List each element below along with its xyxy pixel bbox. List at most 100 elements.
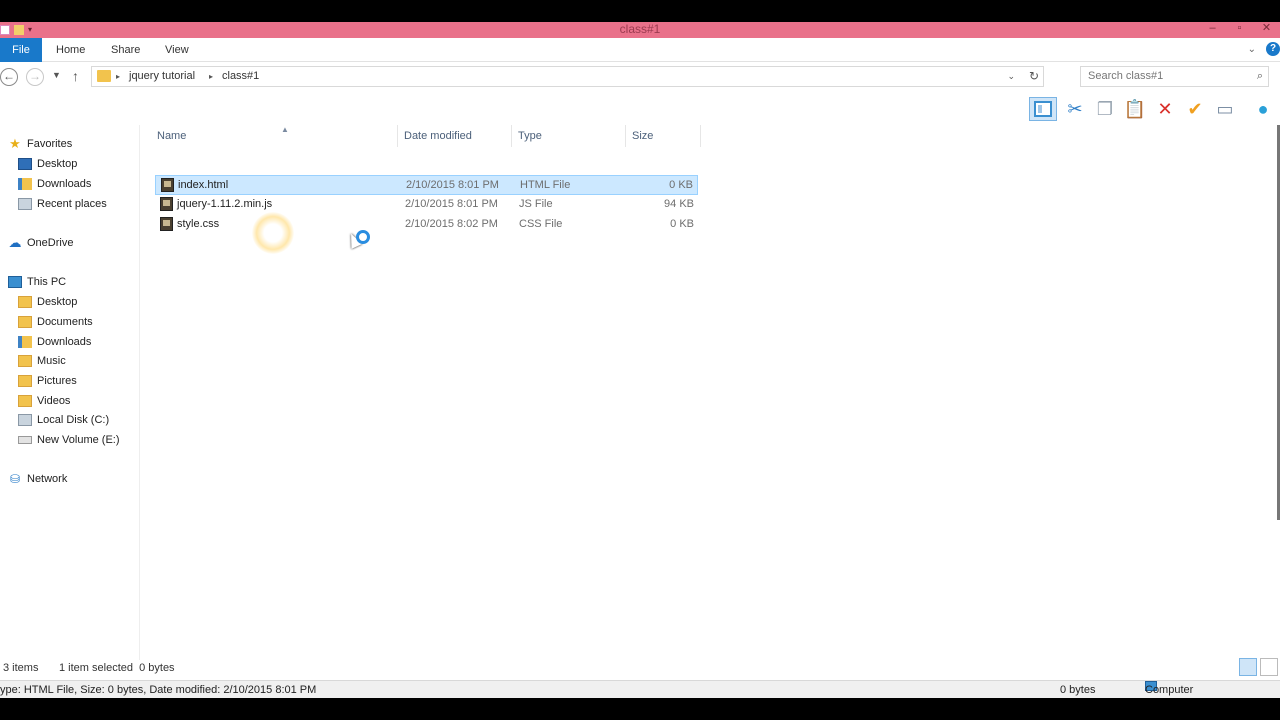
search-box[interactable]: Search class#1 ⌕	[1080, 66, 1269, 87]
sidebar-item-label: Desktop	[37, 158, 78, 170]
column-header-size[interactable]: Size	[626, 125, 701, 147]
file-list-pane: ▲ Name Date modified Type Size index.htm…	[141, 125, 1280, 670]
folder-icon	[97, 70, 111, 82]
column-header-type[interactable]: Type	[512, 125, 626, 147]
rename-icon[interactable]: ▭	[1211, 97, 1239, 121]
sort-ascending-icon: ▲	[281, 125, 289, 134]
pictures-icon	[18, 375, 32, 387]
address-bar[interactable]: ▸ jquery tutorial ▸ class#1 ⌄ ↻	[91, 66, 1044, 87]
sidebar-item-label: Local Disk (C:)	[37, 414, 110, 426]
close-button[interactable]: ✕	[1253, 22, 1280, 38]
details-info: ype: HTML File, Size: 0 bytes, Date modi…	[0, 684, 317, 696]
navigation-pane-icon	[1034, 101, 1052, 117]
downloads-icon	[18, 336, 32, 348]
file-icon	[161, 178, 174, 192]
sidebar-item-new-volume-e[interactable]: New Volume (E:)	[18, 430, 158, 450]
large-icons-view-button[interactable]	[1260, 658, 1278, 676]
sidebar-item-network[interactable]: ⛁ Network	[8, 469, 148, 489]
sidebar-item-pc-downloads[interactable]: Downloads	[18, 332, 158, 352]
file-type: JS File	[519, 198, 553, 210]
paste-icon[interactable]: 📋	[1121, 97, 1149, 121]
breadcrumb-separator-icon[interactable]: ▸	[209, 67, 213, 86]
sidebar-item-label: Downloads	[37, 178, 92, 190]
details-view-button[interactable]	[1239, 658, 1257, 676]
properties-icon[interactable]: ●	[1249, 97, 1277, 121]
check-icon[interactable]: ✔	[1181, 97, 1209, 121]
file-row-style-css[interactable]: style.css 2/10/2015 8:02 PM CSS File 0 K…	[155, 215, 698, 235]
local-disk-icon	[18, 414, 32, 426]
file-size: 0 KB	[669, 179, 693, 191]
navigation-pane-button[interactable]	[1029, 97, 1057, 121]
sidebar-item-local-disk-c[interactable]: Local Disk (C:)	[18, 410, 158, 430]
back-button[interactable]: ←	[0, 68, 18, 86]
sidebar-item-label: Desktop	[37, 296, 78, 308]
file-date: 2/10/2015 8:01 PM	[406, 179, 499, 191]
ribbon-tabs: File Home Share View ⌄ ?	[0, 38, 1280, 62]
sidebar-item-label: This PC	[27, 276, 67, 288]
sidebar-item-music[interactable]: Music	[18, 351, 158, 371]
downloads-icon	[18, 178, 32, 190]
status-bar: 3 items 1 item selected 0 bytes	[0, 658, 1280, 676]
click-highlight	[252, 212, 294, 254]
details-size: 0 bytes	[1060, 684, 1096, 696]
computer-icon	[8, 276, 22, 288]
minimize-button[interactable]: –	[1199, 22, 1226, 38]
sidebar-item-documents[interactable]: Documents	[18, 312, 158, 332]
details-bar: ype: HTML File, Size: 0 bytes, Date modi…	[0, 680, 1280, 698]
breadcrumb-jquery-tutorial[interactable]: jquery tutorial	[129, 67, 195, 86]
up-button[interactable]: ↑	[72, 68, 79, 84]
search-input[interactable]: Search class#1	[1088, 67, 1163, 86]
column-header-name[interactable]: ▲ Name	[151, 125, 398, 147]
sidebar-item-desktop[interactable]: Desktop	[18, 154, 158, 174]
sidebar-item-this-pc[interactable]: This PC	[8, 272, 148, 292]
tab-file[interactable]: File	[0, 38, 42, 62]
sidebar-item-downloads[interactable]: Downloads	[18, 174, 158, 194]
sidebar-item-label: OneDrive	[27, 237, 74, 249]
address-dropdown-icon[interactable]: ⌄	[1007, 67, 1015, 86]
file-type: CSS File	[519, 218, 563, 230]
maximize-button[interactable]: ▫	[1226, 22, 1253, 38]
expand-ribbon-icon[interactable]: ⌄	[1248, 44, 1256, 55]
search-icon[interactable]: ⌕	[1257, 67, 1263, 86]
forward-button[interactable]: →	[26, 68, 44, 86]
address-row: ← → ▼ ↑ ▸ jquery tutorial ▸ class#1 ⌄ ↻ …	[0, 63, 1280, 91]
busy-spinner-icon	[356, 230, 370, 244]
file-type: HTML File	[520, 179, 571, 191]
column-header-date-modified[interactable]: Date modified	[398, 125, 512, 147]
sidebar-item-label: Network	[27, 473, 68, 485]
help-icon[interactable]: ?	[1266, 42, 1280, 56]
file-name: jquery-1.11.2.min.js	[177, 198, 273, 210]
network-icon: ⛁	[9, 472, 21, 486]
sidebar-item-label: Downloads	[37, 336, 92, 348]
tab-home[interactable]: Home	[56, 38, 85, 62]
breadcrumb-separator-icon[interactable]: ▸	[116, 67, 120, 86]
file-row-index-html[interactable]: index.html 2/10/2015 8:01 PM HTML File 0…	[155, 175, 698, 195]
sidebar-item-videos[interactable]: Videos	[18, 391, 158, 411]
refresh-icon[interactable]: ↻	[1029, 67, 1039, 86]
desktop-icon	[18, 158, 32, 170]
recent-locations-icon[interactable]: ▼	[52, 70, 61, 80]
sidebar-item-pc-desktop[interactable]: Desktop	[18, 292, 158, 312]
sidebar-item-label: Favorites	[27, 138, 73, 150]
sidebar-item-label: New Volume (E:)	[37, 434, 120, 446]
item-count: 3 items	[3, 662, 39, 674]
sidebar-item-pictures[interactable]: Pictures	[18, 371, 158, 391]
tab-share[interactable]: Share	[111, 38, 140, 62]
tab-view[interactable]: View	[165, 38, 189, 62]
file-size: 94 KB	[664, 198, 694, 210]
explorer-window: ▾ class#1 – ▫ ✕ File Home Share View ⌄ ?…	[0, 22, 1280, 698]
file-size: 0 KB	[670, 218, 694, 230]
sidebar-item-label: Documents	[37, 316, 93, 328]
file-icon	[160, 217, 173, 231]
recent-places-icon	[18, 198, 32, 210]
file-name: style.css	[177, 218, 220, 230]
breadcrumb-class1[interactable]: class#1	[222, 67, 259, 86]
delete-icon[interactable]: ✕	[1151, 97, 1179, 121]
copy-icon[interactable]: ❐	[1091, 97, 1119, 121]
sidebar-item-onedrive[interactable]: ☁ OneDrive	[8, 233, 148, 253]
cut-icon[interactable]: ✂	[1061, 97, 1089, 121]
sidebar-item-favorites[interactable]: ★ Favorites	[8, 134, 148, 154]
file-row-jquery-js[interactable]: jquery-1.11.2.min.js 2/10/2015 8:01 PM J…	[155, 195, 698, 215]
selection-info: 1 item selected 0 bytes	[59, 662, 175, 674]
sidebar-item-recent-places[interactable]: Recent places	[18, 194, 158, 214]
